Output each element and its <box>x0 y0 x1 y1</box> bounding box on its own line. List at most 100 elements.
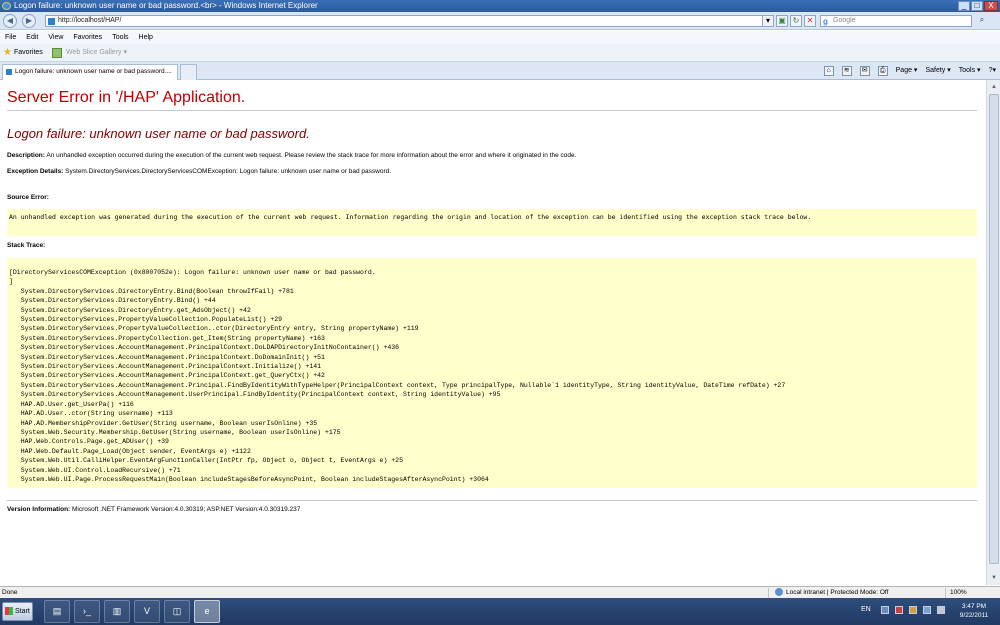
stack-trace-line: System.DirectoryServices.DirectoryEntry.… <box>9 287 294 295</box>
stack-trace-line: HAP.Web.Controls.Page.get_ADUser() +39 <box>9 438 169 446</box>
window-title: Logon failure: unknown user name or bad … <box>14 1 318 10</box>
tray-alert-icon[interactable] <box>895 606 903 614</box>
menu-view[interactable]: View <box>48 31 63 44</box>
menu-help[interactable]: Help <box>139 31 153 44</box>
scrollbar-thumb[interactable] <box>989 94 999 564</box>
stack-trace-line: System.DirectoryServices.PropertyValueCo… <box>9 325 419 333</box>
url-text: http://localhost/HAP/ <box>58 17 122 24</box>
stop-icon[interactable]: ✕ <box>804 15 816 27</box>
favorites-star-icon[interactable]: ★ <box>3 44 12 62</box>
language-indicator[interactable]: EN <box>861 606 871 613</box>
help-menu[interactable]: ?▾ <box>989 64 996 78</box>
exception-label: Exception Details: <box>7 168 64 175</box>
search-input[interactable]: g Google <box>820 15 972 27</box>
error-title: Logon failure: unknown user name or bad … <box>7 126 310 141</box>
new-tab-button[interactable] <box>180 64 197 80</box>
stack-trace-line: System.DirectoryServices.AccountManageme… <box>9 381 786 389</box>
vertical-scrollbar[interactable]: ▲ ▼ <box>986 80 1000 585</box>
minimize-button[interactable]: _ <box>958 1 970 11</box>
web-slice-gallery-link[interactable]: Web Slice Gallery ▾ <box>66 44 127 62</box>
description-text: An unhandled exception occurred during t… <box>46 152 577 159</box>
stack-trace-line: System.DirectoryServices.PropertyCollect… <box>9 334 325 342</box>
clock[interactable]: 3:47 PM 9/22/2011 <box>955 602 993 620</box>
menu-favorites[interactable]: Favorites <box>73 31 102 44</box>
vnc-taskbar-icon[interactable]: V <box>134 600 160 623</box>
print-icon[interactable]: ⎙ <box>877 66 888 76</box>
globe-icon <box>775 588 783 597</box>
start-button[interactable]: Start <box>2 602 33 621</box>
explorer-taskbar-icon[interactable]: ▤ <box>44 600 70 623</box>
forward-button[interactable]: ▶ <box>22 14 36 28</box>
tray-flag-icon[interactable] <box>909 606 917 614</box>
zone-text: Local intranet | Protected Mode: Off <box>786 589 889 596</box>
volume-icon[interactable] <box>937 606 945 614</box>
version-line: Version Information: Microsoft .NET Fram… <box>7 506 300 513</box>
forward-arrow-icon: ▶ <box>25 16 33 25</box>
server-manager-taskbar-icon[interactable]: ▥ <box>104 600 130 623</box>
stack-trace-line: System.DirectoryServices.AccountManageme… <box>9 363 322 371</box>
tray-app-icon[interactable] <box>881 606 889 614</box>
stack-trace-line: System.Web.UI.Page.ProcessRequestMain(Bo… <box>9 475 489 483</box>
refresh-icon[interactable]: ↻ <box>790 15 802 27</box>
stack-trace-line: HAP.AD.User..ctor(String username) +113 <box>9 410 173 418</box>
clock-time: 3:47 PM <box>961 603 987 610</box>
menu-tools[interactable]: Tools <box>112 31 128 44</box>
description-label: Description: <box>7 152 45 159</box>
back-arrow-icon: ◀ <box>6 16 14 25</box>
stack-trace-line: System.DirectoryServices.AccountManageme… <box>9 344 400 352</box>
address-dropdown-button[interactable]: ▾ <box>762 15 774 27</box>
source-error-box: An unhandled exception was generated dur… <box>7 209 977 236</box>
scroll-down-icon[interactable]: ▼ <box>989 573 999 583</box>
source-error-text: An unhandled exception was generated dur… <box>9 213 812 221</box>
stack-label: Stack Trace: <box>7 242 46 249</box>
tab-row: Logon failure: unknown user name or bad … <box>0 62 1000 80</box>
divider <box>7 500 977 501</box>
stack-trace-line: System.DirectoryServices.DirectoryEntry.… <box>9 306 251 314</box>
search-icon[interactable]: ⌕ <box>975 15 989 27</box>
feeds-icon[interactable]: ≋ <box>841 66 852 76</box>
stack-trace-line: System.DirectoryServices.AccountManageme… <box>9 391 501 399</box>
divider <box>768 588 769 598</box>
start-label: Start <box>15 608 30 615</box>
safety-menu[interactable]: Safety ▾ <box>925 64 950 78</box>
address-input[interactable]: http://localhost/HAP/ <box>45 15 767 27</box>
stack-trace-line: [DirectoryServicesCOMException (0x800705… <box>9 269 376 276</box>
stack-trace-box: [DirectoryServicesCOMException (0x800705… <box>7 258 977 488</box>
clock-date: 9/22/2011 <box>959 612 989 619</box>
favorites-button[interactable]: Favorites <box>14 44 43 62</box>
tab-active[interactable]: Logon failure: unknown user name or bad … <box>2 64 178 80</box>
network-icon[interactable] <box>923 606 931 614</box>
menu-file[interactable]: File <box>5 31 16 44</box>
page-menu[interactable]: Page ▾ <box>896 64 918 78</box>
compatibility-view-icon[interactable]: ▣ <box>776 15 788 27</box>
taskbar: Start ▤ ›_ ▥ V ◫ e EN 3:47 PM 9/22/2011 <box>0 598 1000 625</box>
address-toolbar: ◀ ▶ http://localhost/HAP/ ▾ ▣ ↻ ✕ g Goog… <box>0 12 1000 30</box>
stack-trace-line: System.Web.Security.Membership.GetUser(S… <box>9 428 341 436</box>
maximize-button[interactable]: □ <box>971 1 983 11</box>
page-content: Server Error in '/HAP' Application. Logo… <box>0 80 1000 585</box>
stack-trace-line: HAP.Web.Default.Page_Load(Object sender,… <box>9 447 251 455</box>
scroll-up-icon[interactable]: ▲ <box>989 82 999 92</box>
ie-taskbar-icon[interactable]: e <box>194 600 220 623</box>
source-label: Source Error: <box>7 194 49 201</box>
description-line: Description: An unhandled exception occu… <box>7 152 576 159</box>
tab-label: Logon failure: unknown user name or bad … <box>15 68 172 75</box>
stack-trace-line: System.DirectoryServices.PropertyValueCo… <box>9 316 283 324</box>
ie-logo-icon <box>2 2 11 10</box>
home-icon[interactable]: ⌂ <box>823 66 834 76</box>
page-icon <box>48 18 55 25</box>
exception-text: System.DirectoryServices.DirectoryServic… <box>65 168 392 175</box>
stack-trace-line: System.DirectoryServices.AccountManageme… <box>9 353 325 361</box>
divider <box>945 588 946 598</box>
menu-edit[interactable]: Edit <box>26 31 38 44</box>
app-taskbar-icon[interactable]: ◫ <box>164 600 190 623</box>
mail-icon[interactable]: ✉ <box>859 66 870 76</box>
add-favorite-icon[interactable] <box>52 48 62 58</box>
close-button[interactable]: X <box>984 1 998 11</box>
menu-bar: File Edit View Favorites Tools Help <box>0 31 1000 44</box>
tools-menu[interactable]: Tools ▾ <box>959 64 981 78</box>
stack-trace-line: System.Web.Util.CalliHelper.EventArgFunc… <box>9 457 403 465</box>
favorites-bar: ★ Favorites Web Slice Gallery ▾ <box>0 44 1000 62</box>
powershell-taskbar-icon[interactable]: ›_ <box>74 600 100 623</box>
back-button[interactable]: ◀ <box>3 14 17 28</box>
